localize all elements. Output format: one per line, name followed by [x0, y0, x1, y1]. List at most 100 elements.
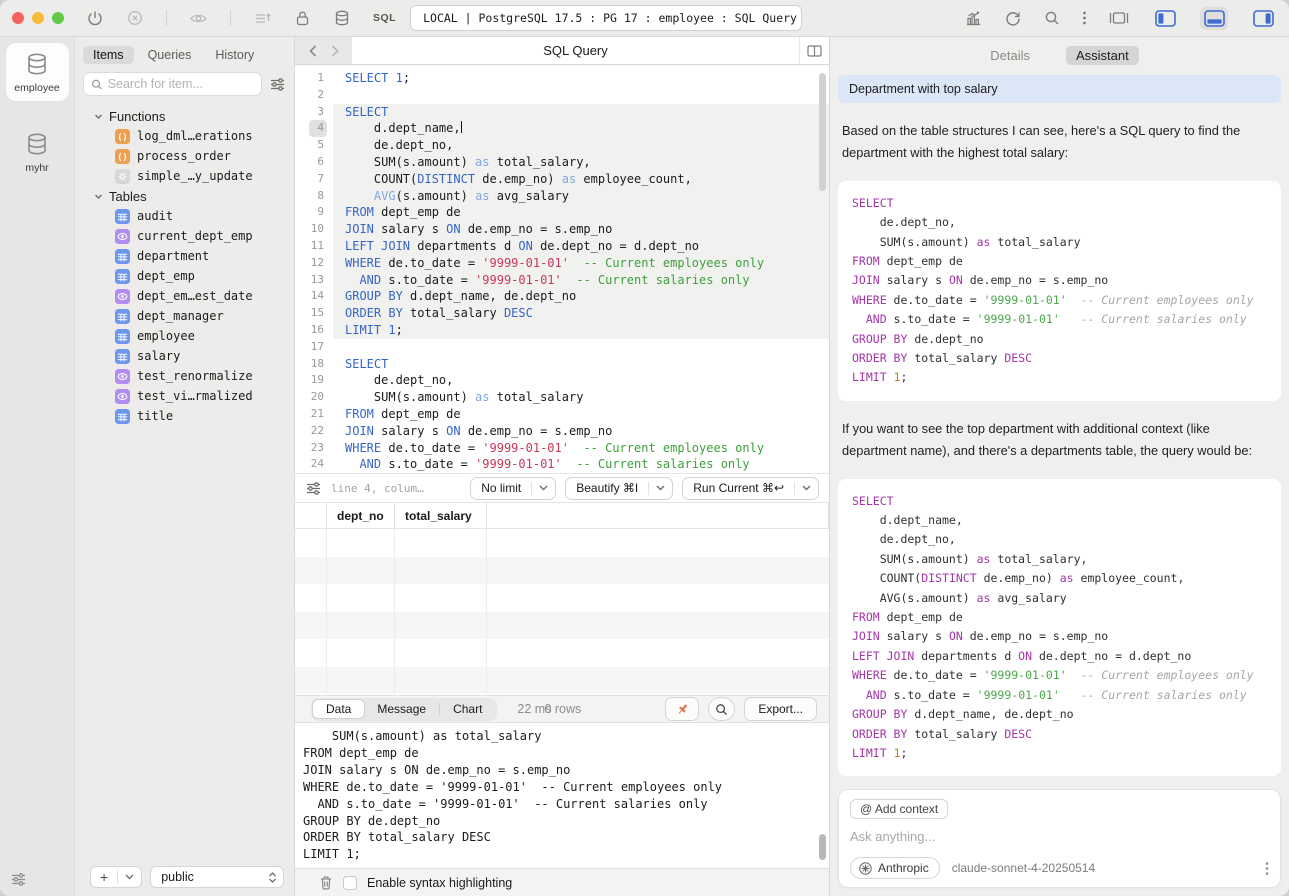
connection-power-icon[interactable]: [86, 9, 104, 27]
editor-scrollbar[interactable]: [819, 73, 826, 191]
tree-item-process-order[interactable]: ()process_order: [75, 146, 294, 166]
table-row[interactable]: [295, 584, 829, 612]
cell[interactable]: [395, 639, 487, 667]
cell[interactable]: [327, 529, 395, 557]
table-row[interactable]: [295, 557, 829, 585]
editor-tab-title[interactable]: SQL Query: [352, 37, 799, 64]
search-icon[interactable]: [1043, 9, 1061, 27]
toggle-bottom-panel-button[interactable]: [1200, 7, 1228, 30]
split-editor-icon[interactable]: [799, 37, 829, 64]
tree-item-title[interactable]: title: [75, 406, 294, 426]
panel-tab-details[interactable]: Details: [980, 46, 1040, 65]
toggle-left-panel-button[interactable]: [1151, 7, 1179, 30]
add-item-button[interactable]: +: [90, 866, 142, 888]
cell[interactable]: [327, 639, 395, 667]
column-header-dept-no[interactable]: dept_no: [327, 503, 395, 528]
lock-icon[interactable]: [294, 9, 311, 27]
tree-item-audit[interactable]: audit: [75, 206, 294, 226]
conversation-topic[interactable]: Department with top salary: [838, 75, 1281, 103]
table-row[interactable]: [295, 612, 829, 640]
table-row[interactable]: [295, 529, 829, 557]
cell[interactable]: [395, 667, 487, 695]
search-input[interactable]: [108, 77, 254, 91]
tree-item-test-vi-rmalized[interactable]: test_vi…rmalized: [75, 386, 294, 406]
connection-myhr[interactable]: myhr: [6, 123, 69, 181]
sidebar-filter-icon[interactable]: [269, 77, 286, 92]
refresh-icon[interactable]: [1004, 9, 1022, 27]
tree-item-test-renormalize[interactable]: test_renormalize: [75, 366, 294, 386]
table-row[interactable]: [295, 639, 829, 667]
forward-button[interactable]: [331, 45, 339, 57]
back-button[interactable]: [309, 45, 317, 57]
cell[interactable]: [327, 612, 395, 640]
assistant-composer[interactable]: @ Add context Anthropic claude-sonnet-4-…: [838, 789, 1281, 888]
line-number: 21: [295, 406, 333, 423]
result-tab-message[interactable]: Message: [364, 700, 439, 718]
cell[interactable]: [395, 612, 487, 640]
run-current-button[interactable]: Run Current ⌘↩: [682, 477, 819, 500]
close-window-button[interactable]: [12, 12, 24, 24]
sidebar-tab-history[interactable]: History: [205, 46, 264, 64]
cell[interactable]: [395, 584, 487, 612]
assistant-code-block-2[interactable]: SELECT d.dept_name, de.dept_no, SUM(s.am…: [838, 479, 1281, 777]
tree-item-current-dept-emp[interactable]: current_dept_emp: [75, 226, 294, 246]
assistant-code-block-1[interactable]: SELECT de.dept_no, SUM(s.amount) as tota…: [838, 181, 1281, 401]
search-results-button[interactable]: [708, 697, 735, 721]
editor-settings-icon[interactable]: [305, 481, 322, 496]
tree-item-log-dml-erations[interactable]: ()log_dml…erations: [75, 126, 294, 146]
cell[interactable]: [395, 529, 487, 557]
tree-item-dept-manager[interactable]: dept_manager: [75, 306, 294, 326]
more-options-icon[interactable]: [1082, 9, 1087, 27]
zoom-window-button[interactable]: [52, 12, 64, 24]
tree-item-employee[interactable]: employee: [75, 326, 294, 346]
pin-result-button[interactable]: [665, 697, 699, 721]
tree-section-functions[interactable]: Functions: [75, 106, 294, 126]
tree-item-dept-emp[interactable]: dept_emp: [75, 266, 294, 286]
result-tab-chart[interactable]: Chart: [440, 700, 495, 718]
message-panel[interactable]: SUM(s.amount) as total_salaryFROM dept_e…: [295, 723, 829, 868]
chevron-down-icon[interactable]: [118, 874, 141, 880]
connection-employee[interactable]: employee: [6, 43, 69, 101]
tree-section-tables[interactable]: Tables: [75, 186, 294, 206]
tree-item-dept-em-est-date[interactable]: dept_em…est_date: [75, 286, 294, 306]
database-icon[interactable]: [333, 9, 351, 27]
tree-item-salary[interactable]: salary: [75, 346, 294, 366]
table-row[interactable]: [295, 667, 829, 695]
results-grid[interactable]: dept_nototal_salary: [295, 503, 829, 695]
cell[interactable]: [327, 584, 395, 612]
add-context-button[interactable]: @ Add context: [850, 799, 948, 819]
limit-dropdown[interactable]: No limit: [470, 477, 556, 500]
connection-title-bar[interactable]: LOCAL | PostgreSQL 17.5 : PG 17 : employ…: [410, 5, 802, 31]
result-tab-data[interactable]: Data: [313, 700, 364, 718]
beautify-button[interactable]: Beautify ⌘I: [565, 477, 673, 500]
window-layout-icon[interactable]: [1108, 10, 1130, 26]
syntax-highlighting-checkbox[interactable]: [343, 876, 357, 890]
column-header-total-salary[interactable]: total_salary: [395, 503, 487, 528]
trash-icon[interactable]: [319, 875, 333, 890]
cell[interactable]: [327, 667, 395, 695]
cell-filler: [487, 639, 829, 667]
stop-icon[interactable]: [126, 9, 144, 27]
cell[interactable]: [395, 557, 487, 585]
line-number: 14: [295, 288, 333, 305]
sql-editor[interactable]: 1SELECT 1;2 3SELECT4 d.dept_name,5 de.de…: [295, 65, 829, 473]
tree-item-simple-y-update[interactable]: simple_…y_update: [75, 166, 294, 186]
ask-anything-input[interactable]: [850, 829, 1269, 844]
minimize-window-button[interactable]: [32, 12, 44, 24]
message-scrollbar[interactable]: [819, 834, 826, 860]
preview-eye-icon[interactable]: [189, 9, 208, 28]
chart-icon[interactable]: [964, 9, 983, 27]
export-button[interactable]: Export...: [744, 697, 817, 721]
panel-tab-assistant[interactable]: Assistant: [1066, 46, 1139, 65]
tree-item-department[interactable]: department: [75, 246, 294, 266]
cell[interactable]: [327, 557, 395, 585]
schema-select[interactable]: public: [150, 866, 284, 888]
provider-selector[interactable]: Anthropic: [850, 857, 940, 879]
composer-options-icon[interactable]: [1265, 861, 1269, 876]
sidebar-tab-queries[interactable]: Queries: [138, 46, 202, 64]
pending-changes-icon[interactable]: [253, 9, 272, 28]
sidebar-tab-items[interactable]: Items: [83, 46, 134, 64]
item-search-box[interactable]: [83, 72, 262, 96]
toggle-right-panel-button[interactable]: [1249, 7, 1277, 30]
rail-filter-icon[interactable]: [10, 872, 27, 887]
